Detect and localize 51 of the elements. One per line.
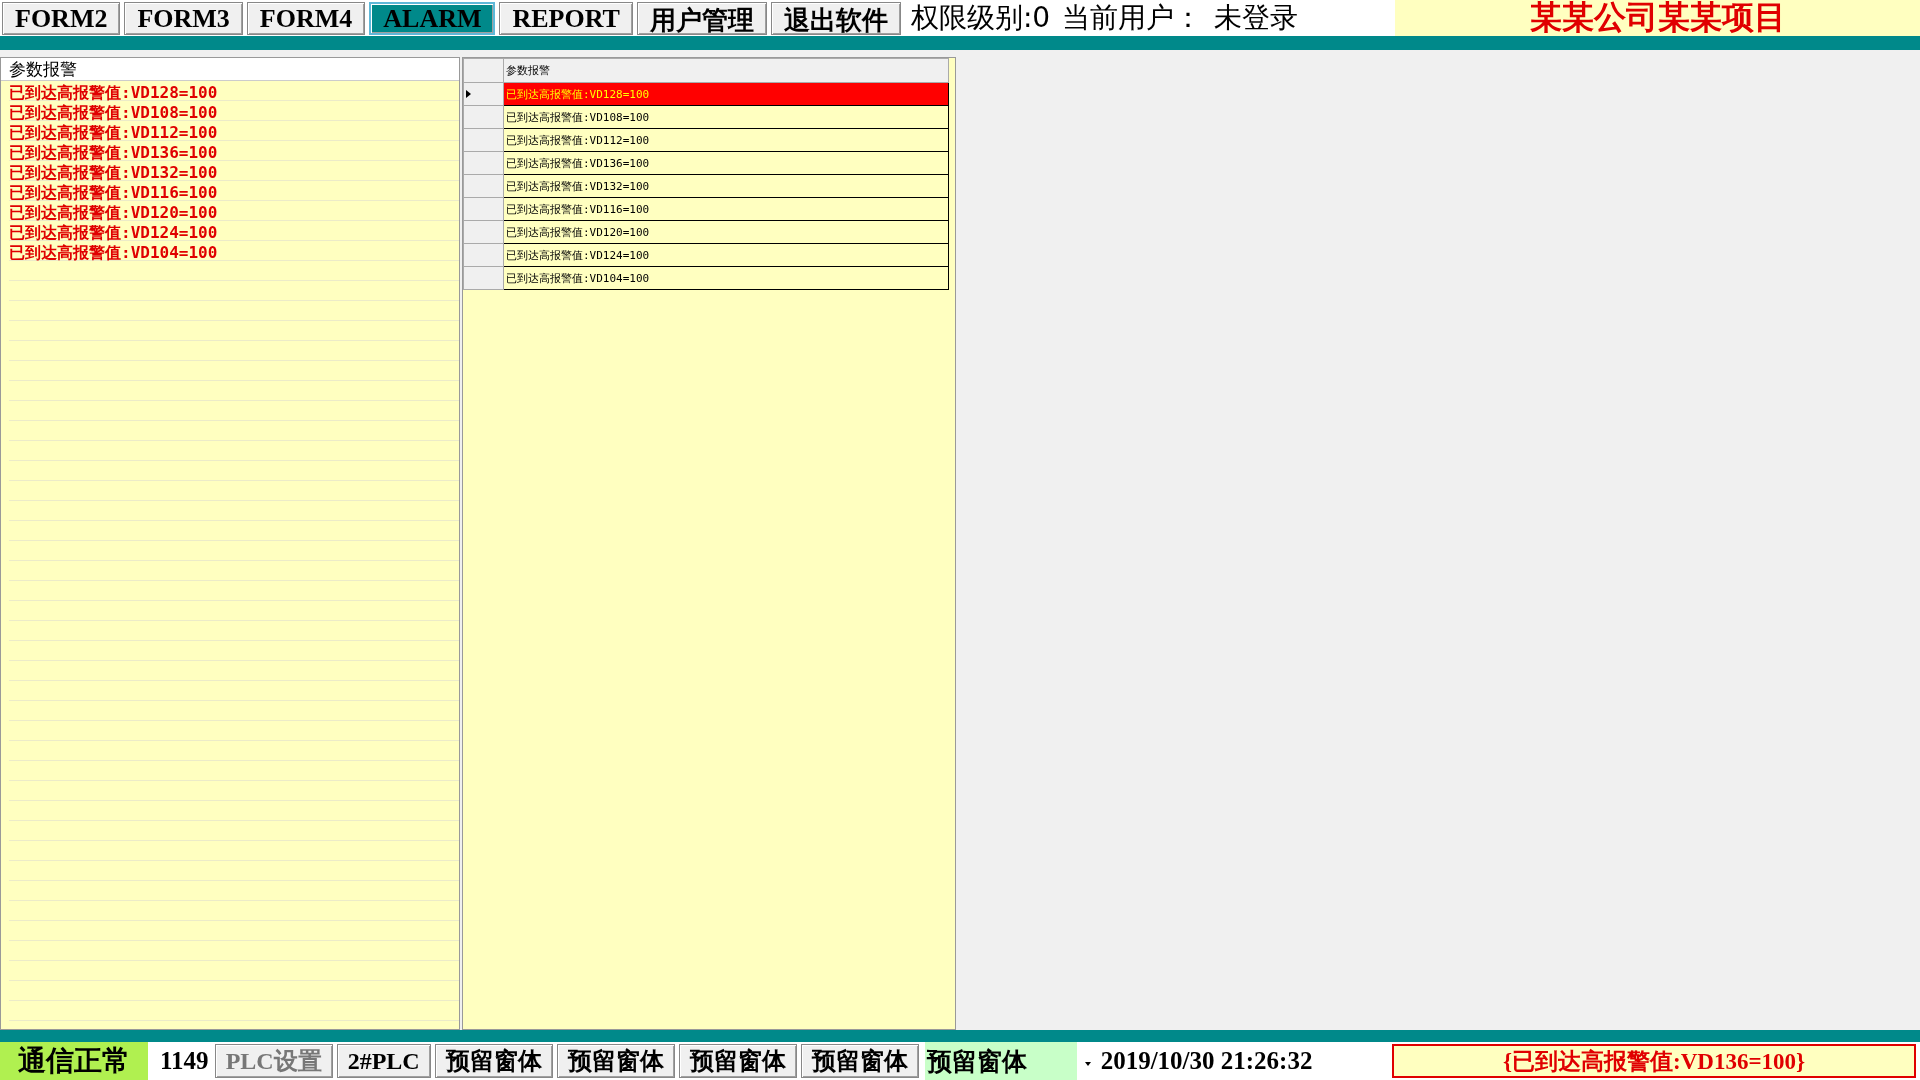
alarm-item[interactable]: 已到达高报警值:VD136=100 bbox=[9, 143, 218, 163]
alarm-item[interactable]: 已到达高报警值:VD116=100 bbox=[9, 183, 218, 203]
row-header[interactable] bbox=[463, 174, 504, 198]
table-cell[interactable]: 已到达高报警值:VD104=100 bbox=[503, 266, 949, 290]
user-info-text: 权限级别:0 bbox=[910, 0, 1051, 36]
row-header[interactable] bbox=[463, 151, 504, 175]
nav-button[interactable]: FORM3 bbox=[124, 2, 243, 35]
nav-button[interactable]: FORM4 bbox=[246, 2, 366, 35]
row-header[interactable] bbox=[463, 220, 504, 244]
nav-button[interactable]: 退出软件 bbox=[770, 2, 901, 35]
user-info-text: 未登录 bbox=[1214, 0, 1299, 36]
dropdown-caret-icon[interactable] bbox=[1084, 1062, 1091, 1066]
alarm-item[interactable]: 已到达高报警值:VD112=100 bbox=[9, 123, 218, 143]
row-header[interactable] bbox=[463, 266, 504, 290]
row-header[interactable] bbox=[463, 82, 504, 106]
table-cell[interactable]: 已到达高报警值:VD132=100 bbox=[503, 174, 949, 198]
form-button[interactable]: 预留窗体 bbox=[678, 1044, 797, 1078]
column-header: 参数报警 bbox=[503, 58, 949, 83]
current-alarm: {已到达高报警值:VD136=100} bbox=[1392, 1044, 1916, 1078]
nav-button[interactable]: REPORT bbox=[499, 2, 633, 35]
table-cell[interactable]: 已到达高报警值:VD120=100 bbox=[503, 220, 949, 244]
table-cell[interactable]: 已到达高报警值:VD116=100 bbox=[503, 197, 949, 221]
form-button[interactable]: 预留窗体 bbox=[800, 1044, 919, 1078]
counter-text: 1149 bbox=[159, 1046, 210, 1076]
user-info-text: 当前用户： bbox=[1062, 0, 1203, 36]
row-header[interactable] bbox=[463, 197, 504, 221]
alarm-item[interactable]: 已到达高报警值:VD108=100 bbox=[9, 103, 218, 123]
alarm-item[interactable]: 已到达高报警值:VD104=100 bbox=[9, 243, 218, 263]
alarm-item[interactable]: 已到达高报警值:VD120=100 bbox=[9, 203, 218, 223]
project-title: 某某公司某某项目 bbox=[1395, 0, 1920, 36]
alarm-item[interactable]: 已到达高报警值:VD132=100 bbox=[9, 163, 218, 183]
nav-button[interactable]: ALARM bbox=[369, 2, 496, 35]
form-button[interactable]: 预留窗体 bbox=[556, 1044, 675, 1078]
nav-button[interactable]: 用户管理 bbox=[636, 2, 767, 35]
table-cell[interactable]: 已到达高报警值:VD112=100 bbox=[503, 128, 949, 152]
nav-button[interactable]: FORM2 bbox=[2, 2, 121, 35]
row-header[interactable] bbox=[463, 243, 504, 267]
alarm-item[interactable]: 已到达高报警值:VD128=100 bbox=[9, 83, 218, 103]
comm-status: 通信正常 bbox=[0, 1042, 148, 1080]
table-cell[interactable]: 已到达高报警值:VD128=100 bbox=[503, 82, 949, 106]
datetime-text: 2019/10/30 21:26:32 bbox=[1100, 1046, 1314, 1076]
table-cell[interactable]: 已到达高报警值:VD136=100 bbox=[503, 151, 949, 175]
row-header[interactable] bbox=[463, 105, 504, 129]
table-cell[interactable]: 已到达高报警值:VD108=100 bbox=[503, 105, 949, 129]
table-cell[interactable]: 已到达高报警值:VD124=100 bbox=[503, 243, 949, 267]
row-header[interactable] bbox=[463, 128, 504, 152]
form-button[interactable]: 2#PLC bbox=[336, 1044, 431, 1078]
form-button[interactable]: 预留窗体 bbox=[434, 1044, 553, 1078]
alarm-item[interactable]: 已到达高报警值:VD124=100 bbox=[9, 223, 218, 243]
list-header: 参数报警 bbox=[1, 58, 459, 81]
corner-header bbox=[463, 58, 504, 83]
